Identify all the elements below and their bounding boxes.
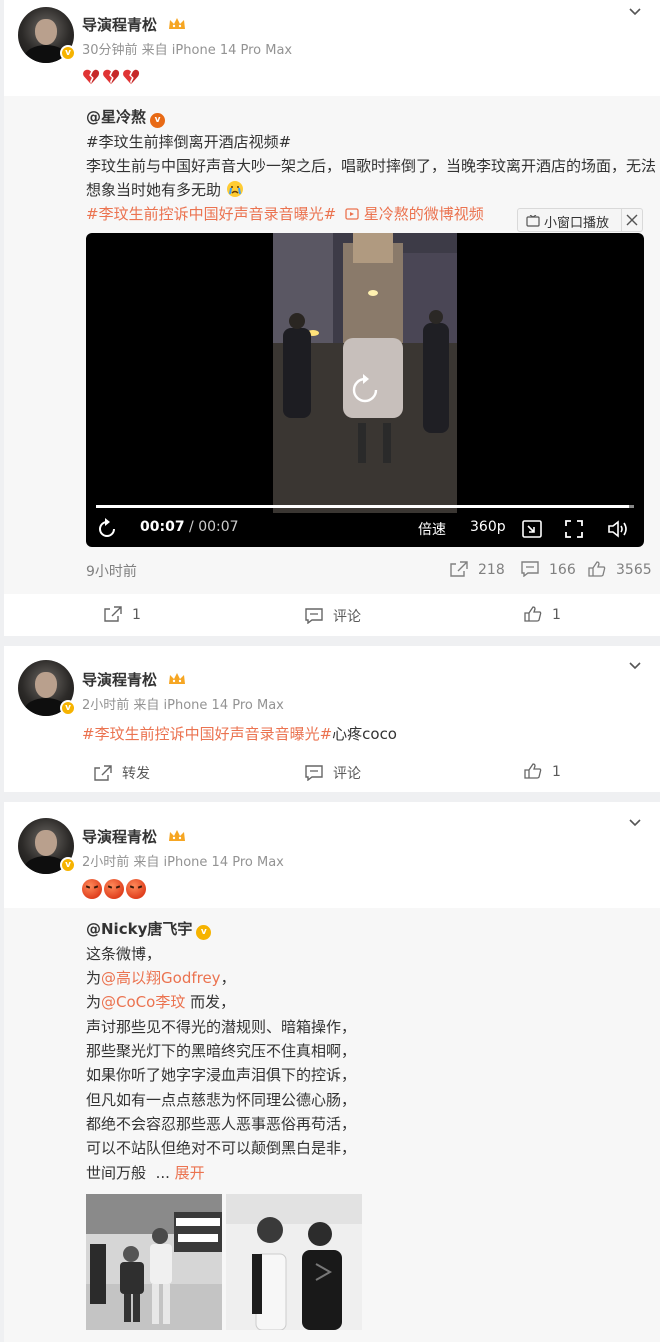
repost-text: 但凡如有一点点慈悲为怀同理公德心肠， — [86, 1091, 357, 1109]
hashtag-link[interactable]: #李玟生前控诉中国好声音录音曝光# — [82, 725, 332, 743]
action-bar: 1 评论 1 — [4, 594, 660, 636]
author-name[interactable]: 导演程青松 — [82, 826, 186, 847]
progress-fill — [96, 505, 629, 508]
post-meta: 30分钟前 来自 iPhone 14 Pro Max — [82, 43, 293, 58]
share-icon — [104, 606, 122, 622]
repost-author[interactable]: @星冷熬 v — [86, 106, 166, 128]
crown-icon — [169, 830, 186, 841]
picture-in-picture-icon[interactable] — [522, 520, 542, 538]
post-meta: 2小时前 来自 iPhone 14 Pro Max — [82, 855, 284, 870]
repost-text: 这条微博， — [86, 945, 162, 963]
thumbs-up-icon — [524, 606, 542, 622]
share-icon — [94, 765, 112, 781]
mention-link[interactable]: @CoCo李玟 — [101, 993, 185, 1011]
emoji-row — [82, 879, 146, 899]
hashtag-link[interactable]: #李玟生前控诉中国好声音录音曝光# — [86, 205, 336, 223]
comment-icon — [521, 561, 539, 577]
chevron-down-icon[interactable] — [628, 5, 642, 19]
mention-link[interactable]: @高以翔Godfrey — [101, 969, 221, 987]
thumbs-up-icon — [524, 763, 542, 779]
verified-badge-icon: v — [196, 925, 212, 940]
repost-text: 李玟生前与中国好声音大吵一架之后，唱歌时摔倒了，当晚李玟离开酒店的场面，无法 — [86, 157, 657, 175]
repost-button[interactable]: 转发 — [94, 763, 150, 783]
post-image[interactable] — [226, 1194, 362, 1330]
progress-bar[interactable] — [96, 505, 634, 508]
post-image[interactable] — [86, 1194, 222, 1330]
hashtag-link[interactable]: #李玟生前摔倒离开酒店视频# — [86, 131, 291, 152]
thumbs-up-icon — [588, 561, 606, 577]
replay-icon[interactable] — [346, 371, 384, 409]
chevron-down-icon[interactable] — [628, 816, 642, 830]
fullscreen-icon[interactable] — [565, 520, 583, 538]
comment-icon — [305, 608, 323, 624]
author-name[interactable]: 导演程青松 — [82, 669, 186, 690]
like-button[interactable]: 1 — [524, 763, 561, 780]
author-name[interactable]: 导演程青松 — [82, 14, 186, 35]
verified-badge-icon: v — [60, 700, 76, 716]
repost-count-button[interactable]: 218 — [450, 561, 505, 578]
broken-heart-icon — [83, 69, 100, 85]
broken-heart-icon — [103, 69, 120, 85]
video-player[interactable]: 00:07 / 00:07 倍速 360p — [86, 233, 644, 547]
repost-text: #李玟生前控诉中国好声音录音曝光# 星冷熬的微博视频 — [86, 203, 484, 224]
like-count-button[interactable]: 3565 — [588, 561, 652, 578]
repost-button[interactable]: 1 — [104, 606, 141, 623]
emoji-row — [82, 68, 140, 86]
speed-button[interactable]: 倍速 — [418, 519, 446, 539]
repost-text: 声讨那些见不得光的潜规则、暗箱操作， — [86, 1018, 357, 1036]
repost-text: 为@CoCo李玟 而发， — [86, 993, 236, 1011]
comment-button[interactable]: 评论 — [305, 606, 361, 626]
comment-button[interactable]: 评论 — [305, 763, 361, 783]
mini-window-button[interactable]: 小窗口播放 — [517, 208, 643, 232]
repost-text: 如果你听了她字字浸血声泪俱下的控诉， — [86, 1066, 357, 1084]
quality-button[interactable]: 360p — [470, 519, 506, 535]
verified-badge-icon: v — [60, 857, 76, 873]
like-button[interactable]: 1 — [524, 606, 561, 623]
repost-text: 都绝不会容忍那些恶人恶事恶俗再苟活， — [86, 1115, 357, 1133]
comment-icon — [305, 765, 323, 781]
crown-icon — [169, 18, 186, 29]
angry-face-icon — [126, 879, 146, 899]
post-meta: 2小时前 来自 iPhone 14 Pro Max — [82, 698, 284, 713]
repost-text: 世间万般 ... 展开 — [86, 1164, 205, 1182]
close-icon[interactable] — [626, 214, 638, 226]
repost-text: 为@高以翔Godfrey， — [86, 969, 236, 987]
broken-heart-icon — [123, 69, 140, 85]
post-text: #李玟生前控诉中国好声音录音曝光#心疼coco — [82, 725, 397, 743]
action-bar: 转发 评论 1 — [4, 751, 660, 793]
share-icon — [450, 561, 468, 577]
replay-icon[interactable] — [96, 518, 118, 540]
verified-badge-icon: v — [60, 45, 76, 61]
angry-face-icon — [104, 879, 124, 899]
time-display: 00:07 / 00:07 — [140, 519, 239, 535]
crown-icon — [169, 673, 186, 684]
repost-text: 可以不站队但绝对不可以颠倒黑白是非， — [86, 1139, 357, 1157]
video-link[interactable]: 星冷熬的微博视频 — [364, 205, 484, 223]
expand-link[interactable]: 展开 — [175, 1164, 205, 1182]
chevron-down-icon[interactable] — [628, 659, 642, 673]
angry-face-icon — [82, 879, 102, 899]
verified-badge-icon: v — [150, 113, 166, 128]
comment-count-button[interactable]: 166 — [521, 561, 576, 578]
repost-author[interactable]: @Nicky唐飞宇 v — [86, 918, 212, 940]
volume-icon[interactable] — [608, 520, 630, 538]
repost-text: 想象当时她有多无助 — [86, 179, 244, 200]
repost-time: 9小时前 — [86, 564, 137, 580]
tv-icon — [526, 215, 540, 227]
crying-face-icon — [226, 181, 243, 197]
repost-text: 那些聚光灯下的黑暗终究压不住真相啊， — [86, 1042, 357, 1060]
video-link-icon — [345, 208, 359, 220]
